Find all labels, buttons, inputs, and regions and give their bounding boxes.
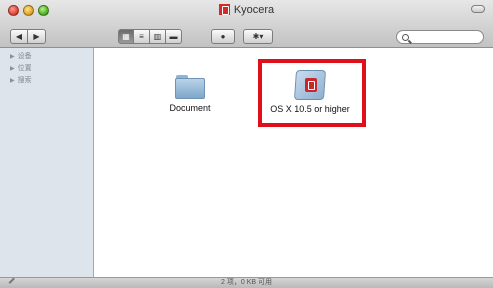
window-title-area: Kyocera bbox=[0, 4, 493, 16]
quicklook-group: ● bbox=[211, 29, 235, 44]
back-button[interactable]: ◀ bbox=[10, 29, 28, 44]
search-field[interactable] bbox=[396, 30, 484, 44]
icon-view-button[interactable]: ▦ bbox=[118, 29, 134, 44]
action-menu-button[interactable]: ✱▾ bbox=[243, 29, 273, 44]
gear-icon: ✱▾ bbox=[252, 32, 264, 41]
search-icon bbox=[402, 33, 409, 41]
column-view-icon: ▥ bbox=[153, 32, 162, 41]
view-mode-buttons: ▦ ≡ ▥ ▬ bbox=[118, 29, 182, 44]
kyocera-logo-icon bbox=[218, 4, 230, 15]
sidebar-item-search[interactable]: ▶ 搜索 bbox=[0, 74, 93, 86]
sidebar-item-places[interactable]: ▶ 位置 bbox=[0, 62, 93, 74]
eye-icon: ● bbox=[220, 32, 226, 41]
navigation-buttons: ◀ ▶ bbox=[10, 29, 46, 44]
pencil-icon bbox=[8, 277, 19, 288]
sidebar-item-label: 位置 bbox=[17, 65, 32, 72]
back-arrow-icon: ◀ bbox=[15, 32, 23, 41]
quicklook-button[interactable]: ● bbox=[211, 29, 235, 44]
search-input[interactable] bbox=[412, 32, 482, 42]
sidebar-item-devices[interactable]: ▶ 设备 bbox=[0, 50, 93, 62]
sidebar-item-label: 搜索 bbox=[17, 77, 32, 84]
title-toolbar: Kyocera ◀ ▶ ▦ ≡ ▥ ▬ ● ✱▾ bbox=[0, 0, 493, 48]
disclosure-triangle-icon[interactable]: ▶ bbox=[10, 53, 15, 60]
action-group: ✱▾ bbox=[243, 29, 273, 44]
sidebar: ▶ 设备 ▶ 位置 ▶ 搜索 bbox=[0, 48, 94, 277]
coverflow-view-icon: ▬ bbox=[169, 32, 178, 41]
list-view-icon: ≡ bbox=[139, 32, 144, 41]
window-title: Kyocera bbox=[233, 4, 275, 16]
list-view-button[interactable]: ≡ bbox=[134, 29, 150, 44]
file-item-document[interactable]: Document bbox=[135, 75, 245, 113]
icon-view-icon: ▦ bbox=[122, 32, 130, 41]
column-view-button[interactable]: ▥ bbox=[150, 29, 166, 44]
sidebar-item-label: 设备 bbox=[17, 53, 32, 60]
file-item-label: Document bbox=[169, 103, 211, 113]
finder-window: Kyocera ◀ ▶ ▦ ≡ ▥ ▬ ● ✱▾ ▶ 设备 ▶ 位置 ▶ 搜索 … bbox=[0, 0, 493, 288]
folder-icon[interactable] bbox=[175, 75, 205, 99]
toolbar-toggle-button[interactable] bbox=[471, 5, 485, 13]
coverflow-view-button[interactable]: ▬ bbox=[166, 29, 182, 44]
status-text: 2 项，0 KB 可用 bbox=[221, 279, 272, 286]
disclosure-triangle-icon[interactable]: ▶ bbox=[10, 77, 15, 84]
highlight-box bbox=[258, 59, 366, 127]
disclosure-triangle-icon[interactable]: ▶ bbox=[10, 65, 15, 72]
status-bar: 2 项，0 KB 可用 bbox=[0, 277, 493, 288]
forward-button[interactable]: ▶ bbox=[28, 29, 46, 44]
forward-arrow-icon: ▶ bbox=[33, 32, 40, 41]
